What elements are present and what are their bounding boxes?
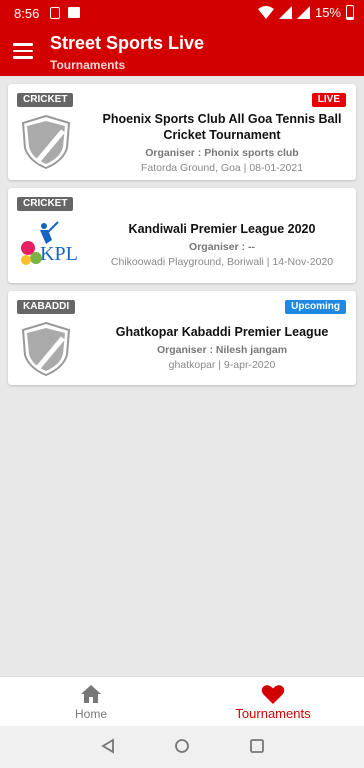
- tournament-title: Kandiwali Premier League 2020: [128, 222, 316, 236]
- card-body: Phoenix Sports Club All Goa Tennis Ball …: [96, 111, 348, 174]
- organiser: Organiser : --: [189, 241, 255, 253]
- nav-home[interactable]: Home: [0, 677, 182, 727]
- heart-icon: [261, 685, 285, 704]
- app-subtitle: Tournaments: [50, 58, 126, 72]
- organiser: Organiser : Phonix sports club: [145, 147, 299, 159]
- status-time: 8:56: [14, 6, 40, 21]
- sport-badge: CRICKET: [17, 197, 74, 211]
- card-body: Kandiwali Premier League 2020 Organiser …: [96, 221, 348, 268]
- bottom-navigation: Home Tournaments: [0, 676, 364, 726]
- tournament-list: CRICKET LIVE Phoenix Sports Club All Goa…: [8, 84, 356, 393]
- home-icon: [81, 685, 101, 703]
- home-circle-icon[interactable]: [174, 738, 190, 754]
- tournament-card[interactable]: KABADDI Upcoming Ghatkopar Kabaddi Premi…: [8, 291, 356, 385]
- tournament-card[interactable]: CRICKET KPL Kandiwali Premier League 202…: [8, 188, 356, 283]
- tournament-title: Phoenix Sports Club All Goa Tennis Ball …: [102, 112, 342, 142]
- organiser: Organiser : Nilesh jangam: [156, 344, 288, 356]
- notification-icons: [50, 7, 80, 19]
- wifi-icon: [257, 6, 274, 19]
- shield-icon: [21, 114, 71, 170]
- tournament-card[interactable]: CRICKET LIVE Phoenix Sports Club All Goa…: [8, 84, 356, 180]
- kpl-logo-icon: KPL: [21, 221, 78, 265]
- status-bar: 8:56 15%: [0, 0, 364, 28]
- signal-icon: [278, 6, 292, 19]
- signal-icon-2: [296, 6, 310, 19]
- tournament-title: Ghatkopar Kabaddi Premier League: [115, 325, 329, 339]
- hamburger-menu-icon[interactable]: [13, 43, 33, 59]
- back-icon[interactable]: [100, 738, 116, 754]
- recents-icon[interactable]: [249, 738, 265, 754]
- shield-icon: [21, 321, 71, 377]
- venue-date: Chikoowadi Playground, Boriwali | 14-Nov…: [110, 256, 334, 268]
- kpl-logo-text: KPL: [40, 243, 78, 265]
- notification-alert-icon: [50, 7, 60, 19]
- battery-percent: 15%: [314, 5, 341, 20]
- card-body: Ghatkopar Kabaddi Premier League Organis…: [96, 324, 348, 371]
- nav-home-label: Home: [74, 707, 107, 721]
- system-navigation-bar: [0, 726, 364, 768]
- live-badge: LIVE: [311, 93, 346, 107]
- nav-tournaments-label: Tournaments: [235, 706, 311, 721]
- sport-badge: KABADDI: [17, 300, 76, 314]
- app-bar: Street Sports Live Tournaments: [0, 28, 364, 76]
- venue-date: Fatorda Ground, Goa | 08-01-2021: [140, 162, 304, 174]
- app-title: Street Sports Live: [50, 33, 205, 53]
- venue-date: ghatkopar | 9-apr-2020: [168, 359, 276, 371]
- sport-badge: CRICKET: [17, 93, 74, 107]
- status-right: 15%: [257, 5, 354, 20]
- nav-tournaments[interactable]: Tournaments: [182, 677, 364, 727]
- battery-icon: [346, 5, 354, 20]
- image-notification-icon: [68, 7, 80, 18]
- upcoming-badge: Upcoming: [285, 300, 346, 314]
